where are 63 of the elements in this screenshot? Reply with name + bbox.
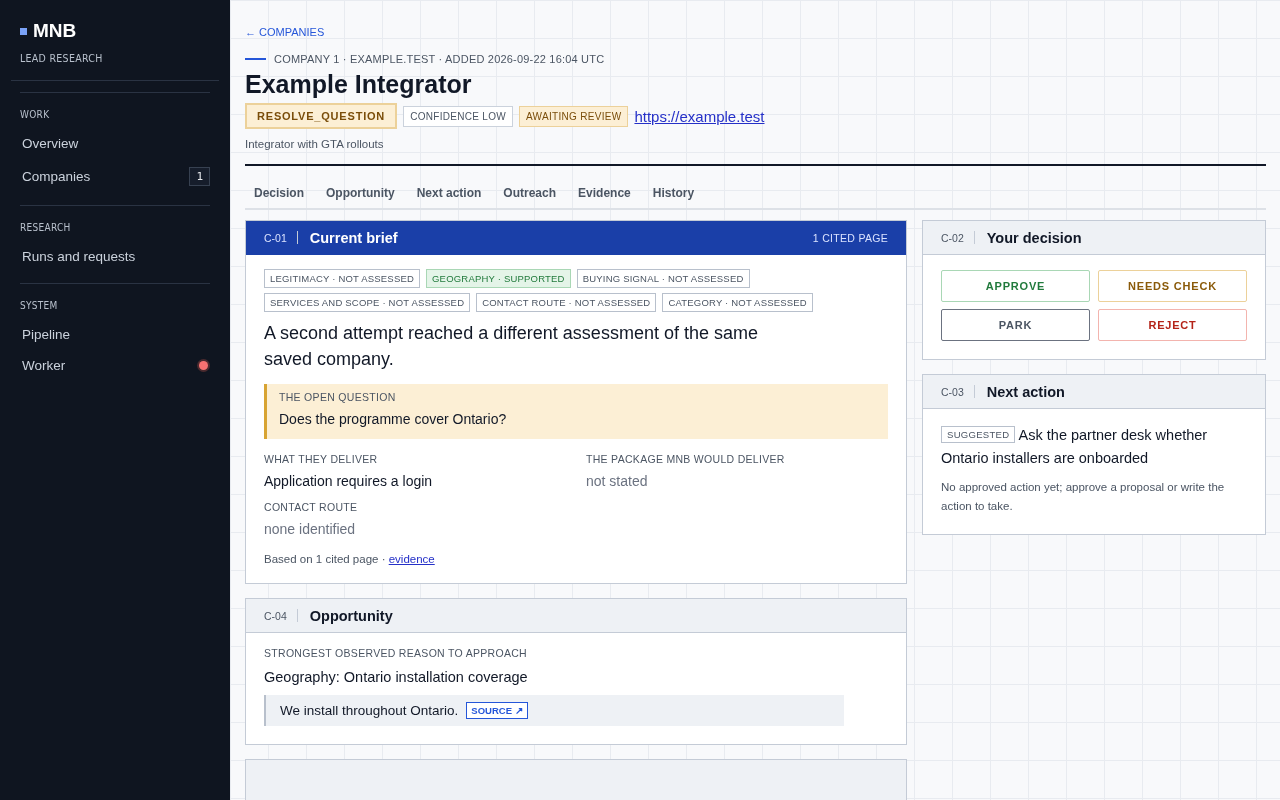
card-code: C-02 — [941, 231, 964, 244]
website-link[interactable]: https://example.test — [634, 107, 765, 125]
decision-button[interactable]: PARK — [941, 309, 1090, 341]
assessment-tag: CATEGORY · NOT ASSESSED — [662, 293, 813, 312]
status-badge: RESOLVE_QUESTION — [245, 103, 398, 129]
question-label: THE OPEN QUESTION — [279, 391, 397, 403]
field-label: CONTACT ROUTE — [264, 501, 359, 513]
question-text: Does the programme cover Ontario? — [279, 411, 508, 427]
section-heading: SYSTEM — [20, 300, 59, 311]
tab[interactable]: Decision — [254, 186, 304, 200]
sidebar-item[interactable]: Runs and requests — [20, 241, 210, 272]
section-heading: WORK — [20, 109, 51, 120]
company-summary: Integrator with GTA rollouts — [245, 138, 385, 150]
reason-label: STRONGEST OBSERVED REASON TO APPROACH — [264, 647, 528, 659]
assessment-tag: CONTACT ROUTE · NOT ASSESSED — [476, 293, 657, 312]
card-title: Opportunity — [309, 607, 393, 624]
brief-statement: A second attempt reached a different assessment of the same saved company. — [264, 322, 759, 371]
assessment-tag: SERVICES AND SCOPE · NOT ASSESSED — [264, 293, 471, 312]
section-heading: RESEARCH — [20, 222, 72, 233]
tab[interactable]: History — [652, 186, 695, 200]
decision-button[interactable]: REJECT — [1098, 309, 1247, 341]
page-title: Example Integrator — [245, 70, 473, 99]
assessment-tag: GEOGRAPHY · SUPPORTED — [426, 269, 571, 288]
brand-subtitle: LEAD RESEARCH — [20, 52, 104, 64]
suggested-tag: SUGGESTED — [941, 426, 1016, 443]
decision-button[interactable]: NEEDS CHECK — [1098, 270, 1247, 302]
tab[interactable]: Outreach — [503, 186, 557, 200]
field-value: none identified — [264, 521, 357, 537]
reason-text: Geography: Ontario installation coverage — [264, 669, 529, 685]
tab[interactable]: Opportunity — [326, 186, 395, 200]
card-title: Next action — [986, 383, 1065, 400]
back-link[interactable]: ← COMPANIES — [245, 26, 325, 38]
quote-text: We install throughout Ontario. — [280, 703, 459, 718]
sidebar-item[interactable]: Pipeline — [20, 319, 210, 350]
card-code: C-04 — [264, 609, 287, 622]
assessment-tag: LEGITIMACY · NOT ASSESSED — [264, 269, 421, 288]
footer-note: Based on 1 cited page · — [264, 553, 386, 565]
cited-count: 1 CITED PAGE — [812, 231, 888, 244]
tab[interactable]: Next action — [416, 186, 482, 200]
logo-square-icon — [20, 27, 27, 35]
decision-button[interactable]: APPROVE — [941, 270, 1090, 302]
action-text: $^{SUGGESTED}$ Ask the partner desk whether Ontario installers are onboarded — [941, 425, 1209, 468]
field-label: THE PACKAGE MNB WOULD DELIVER — [586, 453, 786, 465]
card-title: Your decision — [986, 229, 1082, 246]
source-link[interactable]: SOURCE ↗ — [466, 702, 528, 719]
status-badge: AWAITING REVIEW — [519, 105, 629, 127]
assessment-tag: BUYING SIGNAL · NOT ASSESSED — [576, 269, 750, 288]
field-value: Application requires a login — [264, 473, 434, 489]
sidebar-item[interactable]: Worker — [20, 350, 210, 381]
status-badge: CONFIDENCE LOW — [403, 105, 513, 127]
field-label: WHAT THEY DELIVER — [264, 453, 379, 465]
count-badge: 1 — [189, 167, 210, 186]
brand-name: MNB — [33, 20, 77, 42]
evidence-link[interactable]: evidence — [388, 553, 435, 565]
sidebar-item[interactable]: Overview — [20, 128, 210, 159]
card-title: Current brief — [309, 229, 398, 246]
card-code: C-03 — [941, 385, 964, 398]
company-meta: COMPANY 1 · EXAMPLE.TEST · ADDED 2026-09-22 16:04 UTC — [274, 53, 605, 65]
card-code: C-01 — [264, 231, 287, 244]
field-value: not stated — [586, 473, 649, 489]
tab[interactable]: Evidence — [578, 186, 631, 200]
action-note: No approved action yet; approve a proposal or write the action to take. — [941, 480, 1226, 514]
sidebar-item[interactable]: Companies 1 — [20, 159, 210, 194]
